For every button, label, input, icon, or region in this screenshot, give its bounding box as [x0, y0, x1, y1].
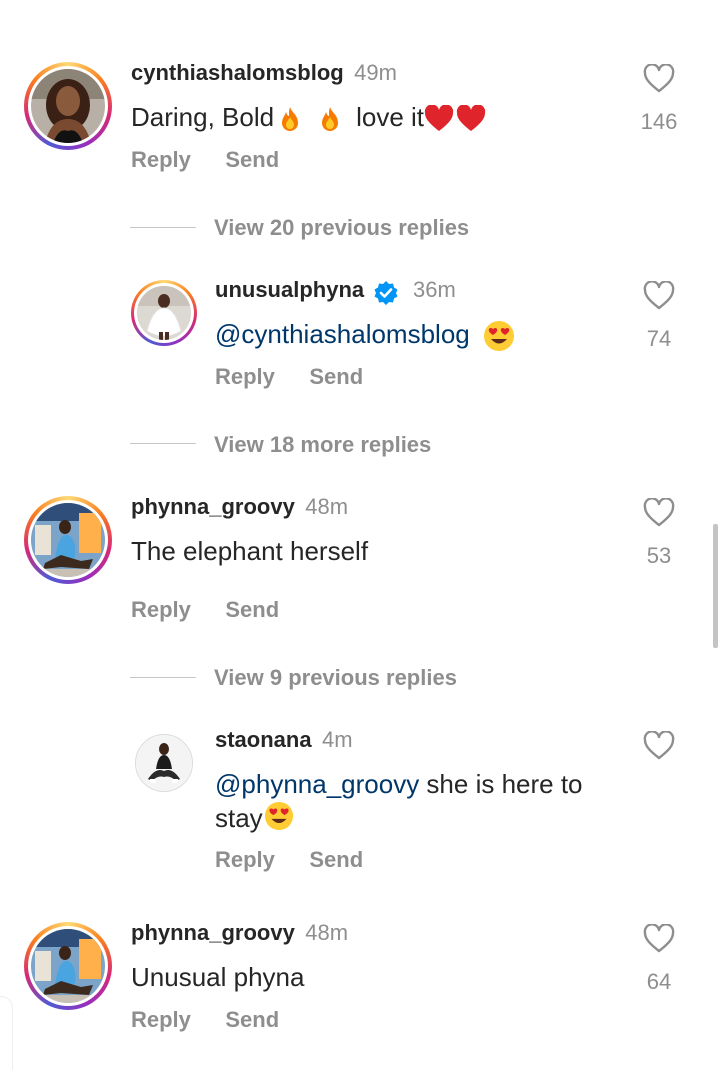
comment-timestamp: 48m — [305, 920, 349, 945]
send-button[interactable]: Send — [225, 1007, 279, 1032]
bottom-sheet-corner — [0, 996, 13, 1070]
reply-text-part: she is here to — [419, 769, 583, 799]
send-button[interactable]: Send — [225, 147, 279, 172]
comment-timestamp: 48m — [305, 494, 349, 519]
reply-button[interactable]: Reply — [131, 1007, 191, 1032]
reply-text: @phynna_groovy she is here to stay — [215, 767, 635, 835]
reply-timestamp: 4m — [322, 727, 353, 752]
view-previous-replies-button[interactable]: View 9 previous replies — [214, 665, 457, 691]
avatar-unusualphyna[interactable] — [131, 280, 197, 346]
divider-line — [130, 443, 196, 444]
mention-link[interactable]: @phynna_groovy — [215, 769, 419, 799]
fire-emoji-icon — [322, 107, 339, 132]
comment-text: The elephant herself — [131, 536, 369, 566]
avatar-phynna-groovy[interactable] — [24, 922, 112, 1010]
like-heart-icon[interactable] — [642, 498, 676, 528]
mention-link[interactable]: @cynthiashalomsblog — [215, 319, 470, 349]
fire-emoji-icon — [282, 107, 299, 132]
send-button[interactable]: Send — [225, 597, 279, 622]
avatar-phynna-groovy[interactable] — [24, 496, 112, 584]
reply-button[interactable]: Reply — [131, 147, 191, 172]
divider-line — [130, 227, 196, 228]
reply-button[interactable]: Reply — [215, 847, 275, 872]
like-count: 53 — [646, 543, 672, 568]
reply-timestamp: 36m — [413, 277, 456, 302]
red-heart-emoji-icon — [424, 105, 454, 132]
view-more-replies-button[interactable]: View 18 more replies — [214, 432, 431, 458]
heart-eyes-emoji-icon — [483, 321, 514, 352]
view-previous-replies-button[interactable]: View 20 previous replies — [214, 215, 469, 241]
comment-text-part: Daring, Bold — [131, 102, 275, 132]
send-button[interactable]: Send — [309, 364, 363, 389]
verified-badge-icon — [374, 280, 398, 305]
like-count: 74 — [646, 326, 672, 351]
comment-timestamp: 49m — [354, 60, 397, 85]
like-heart-icon[interactable] — [642, 281, 676, 311]
like-count: 146 — [640, 109, 678, 134]
scrollbar-thumb[interactable] — [713, 524, 718, 648]
comment-username[interactable]: phynna_groovy — [131, 920, 295, 945]
reply-text: @cynthiashalomsblog — [215, 317, 515, 352]
comment-username[interactable]: phynna_groovy — [131, 494, 295, 519]
red-heart-emoji-icon — [456, 105, 486, 132]
avatar-staonana[interactable] — [135, 734, 193, 792]
reply-button[interactable]: Reply — [131, 597, 191, 622]
comment-username[interactable]: cynthiashalomsblog — [131, 60, 344, 85]
like-heart-icon[interactable] — [642, 924, 676, 954]
reply-username[interactable]: unusualphyna — [215, 277, 364, 302]
like-heart-icon[interactable] — [642, 731, 676, 761]
heart-eyes-emoji-icon — [264, 801, 293, 831]
reply-button[interactable]: Reply — [215, 364, 275, 389]
send-button[interactable]: Send — [309, 847, 363, 872]
reply-text-part: stay — [215, 803, 263, 833]
avatar-cynthiashalomsblog[interactable] — [24, 62, 112, 150]
comment-text-part: love it — [356, 102, 424, 132]
comment-text: Daring, Bold love it — [131, 100, 486, 134]
reply-username[interactable]: staonana — [215, 727, 312, 752]
like-heart-icon[interactable] — [642, 64, 676, 94]
like-count: 64 — [646, 969, 672, 994]
divider-line — [130, 677, 196, 678]
comment-text: Unusual phyna — [131, 962, 305, 992]
